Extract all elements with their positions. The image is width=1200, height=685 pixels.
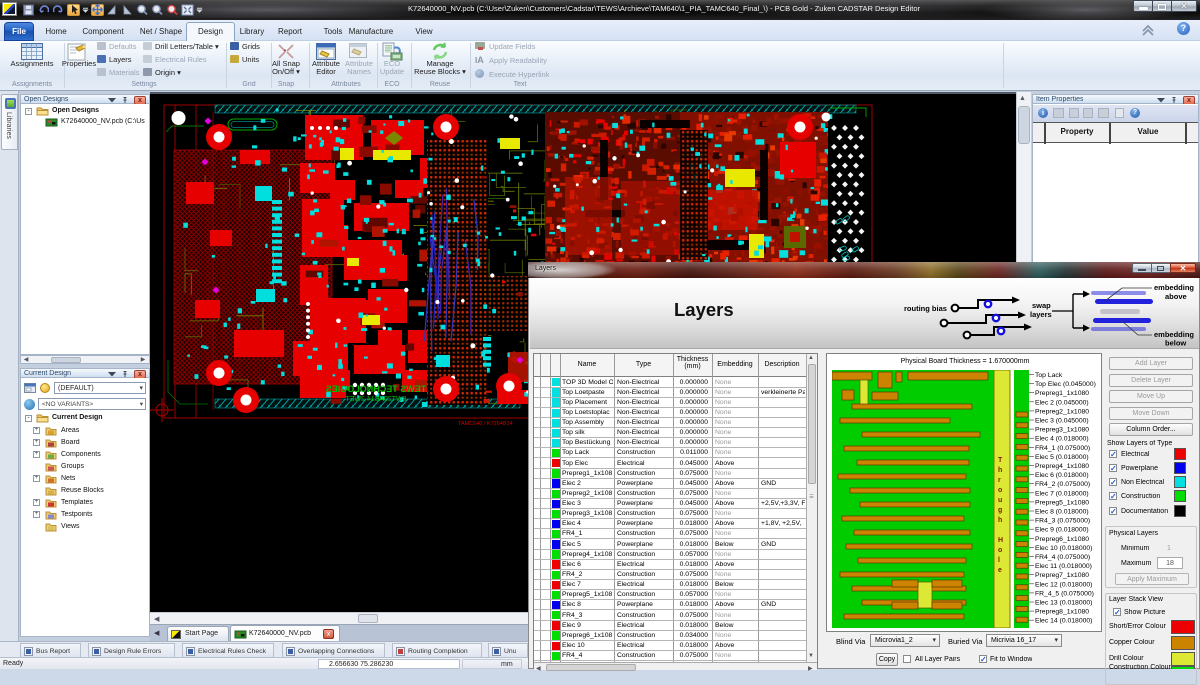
svg-text:Elec 10 (0.018000): Elec 10 (0.018000) bbox=[1035, 545, 1092, 552]
svg-text:FR4_3 (0.075000): FR4_3 (0.075000) bbox=[1035, 518, 1090, 525]
svg-text:routing bias: routing bias bbox=[904, 304, 947, 313]
svg-text:Prepreg1_1x1080: Prepreg1_1x1080 bbox=[1035, 390, 1089, 397]
svg-text:h: h bbox=[998, 467, 1002, 474]
svg-text:swap: swap bbox=[1032, 301, 1051, 310]
svg-text:Elec 2 (0.045000): Elec 2 (0.045000) bbox=[1035, 399, 1089, 406]
svg-text:8WT20AB14 2WET: 8WT20AB14 2WET bbox=[345, 396, 407, 403]
svg-text:Prepreg2_1x1080: Prepreg2_1x1080 bbox=[1035, 408, 1089, 415]
svg-text:FR4_2 (0.075000): FR4_2 (0.075000) bbox=[1035, 481, 1090, 488]
svg-text:l: l bbox=[998, 557, 1000, 564]
svg-text:Elec 7 (0.018000): Elec 7 (0.018000) bbox=[1035, 490, 1089, 497]
svg-text:Elec 11 (0.018000): Elec 11 (0.018000) bbox=[1035, 563, 1092, 570]
svg-text:h: h bbox=[998, 517, 1002, 524]
svg-text:o: o bbox=[998, 547, 1002, 554]
svg-text:Elec 8 (0.018000): Elec 8 (0.018000) bbox=[1035, 509, 1089, 516]
svg-text:Prepreg8_1x1080: Prepreg8_1x1080 bbox=[1035, 609, 1089, 616]
svg-text:Elec 3 (0.045000): Elec 3 (0.045000) bbox=[1035, 418, 1089, 425]
svg-text:Prepreg6_1x1080: Prepreg6_1x1080 bbox=[1035, 536, 1089, 543]
svg-text:Top Elec (0.045000): Top Elec (0.045000) bbox=[1035, 381, 1096, 388]
svg-text:FR_4_5 (0.075000): FR_4_5 (0.075000) bbox=[1035, 590, 1094, 597]
svg-text:TAMC640 / K7264B14: TAMC640 / K7264B14 bbox=[458, 421, 513, 427]
svg-text:r: r bbox=[998, 477, 1001, 484]
svg-text:H: H bbox=[998, 537, 1003, 544]
svg-text:Prepreg7_1x1080: Prepreg7_1x1080 bbox=[1035, 572, 1089, 579]
svg-text:above: above bbox=[1165, 292, 1187, 301]
svg-text:u: u bbox=[998, 497, 1002, 504]
svg-text:Elec 13 (0.018000): Elec 13 (0.018000) bbox=[1035, 600, 1092, 607]
svg-text:TEWS TECHNOLOGIES: TEWS TECHNOLOGIES bbox=[326, 384, 427, 394]
svg-text:Elec 6 (0.018000): Elec 6 (0.018000) bbox=[1035, 472, 1089, 479]
svg-text:Elec 12 (0.018000): Elec 12 (0.018000) bbox=[1035, 581, 1092, 588]
svg-text:FR4_4 (0.075000): FR4_4 (0.075000) bbox=[1035, 554, 1090, 561]
svg-text:Elec 4 (0.018000): Elec 4 (0.018000) bbox=[1035, 436, 1089, 443]
svg-text:layers: layers bbox=[1030, 310, 1052, 319]
svg-text:e: e bbox=[998, 567, 1002, 574]
svg-text:Prepreg3_1x1080: Prepreg3_1x1080 bbox=[1035, 427, 1089, 434]
svg-text:Elec 5 (0.018000): Elec 5 (0.018000) bbox=[1035, 454, 1089, 461]
svg-text:o: o bbox=[998, 487, 1002, 494]
svg-text:Top Lack: Top Lack bbox=[1035, 372, 1063, 379]
svg-text:below: below bbox=[1165, 339, 1186, 347]
svg-text:embedding: embedding bbox=[1154, 283, 1194, 292]
svg-text:T: T bbox=[998, 457, 1003, 464]
svg-text:g: g bbox=[998, 507, 1002, 514]
svg-text:Prepreg5_1x1080: Prepreg5_1x1080 bbox=[1035, 499, 1089, 506]
svg-text:FR4_1 (0.075000): FR4_1 (0.075000) bbox=[1035, 445, 1090, 452]
svg-text:Elec 14 (0.018000): Elec 14 (0.018000) bbox=[1035, 618, 1092, 625]
svg-text:Prepreg4_1x1080: Prepreg4_1x1080 bbox=[1035, 463, 1089, 470]
svg-text:Elec 9 (0.018000): Elec 9 (0.018000) bbox=[1035, 527, 1089, 534]
